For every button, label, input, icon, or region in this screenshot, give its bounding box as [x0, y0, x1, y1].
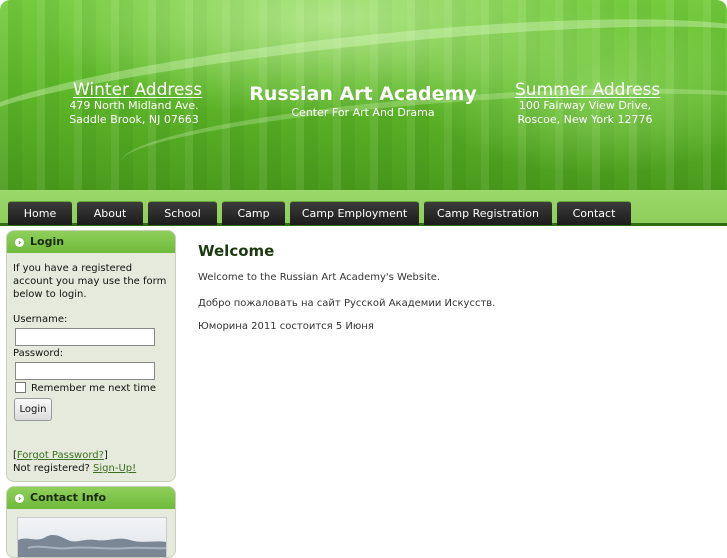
summer-address-line-1: 100 Fairway View Drive, — [518, 99, 652, 112]
winter-address-line-1: 479 North Midland Ave. — [69, 99, 199, 112]
login-intro: If you have a registered account you may… — [13, 263, 167, 300]
signup-row: Not registered? Sign-Up! — [13, 462, 136, 475]
login-box: › Login If you have a registered account… — [6, 230, 176, 482]
remember-me-checkbox[interactable] — [15, 382, 26, 393]
map-icon — [18, 534, 167, 557]
signup-link[interactable]: Sign-Up! — [93, 463, 136, 474]
bullet-arrow-icon: › — [15, 493, 24, 503]
nav-tab-home[interactable]: Home — [8, 201, 72, 225]
username-input[interactable] — [15, 328, 155, 346]
login-title: Login — [30, 235, 65, 248]
contact-title: Contact Info — [30, 491, 107, 504]
welcome-heading: Welcome — [198, 242, 275, 260]
forgot-close-bracket: ] — [103, 450, 108, 461]
not-registered-text: Not registered? — [13, 463, 90, 474]
nav-tab-about[interactable]: About — [77, 201, 143, 225]
forgot-password-row: [Forgot Password?] — [13, 449, 108, 462]
winter-address-heading: Winter Address — [73, 80, 203, 100]
event-paragraph-ru: Юморина 2011 состоится 5 Июня — [198, 321, 374, 332]
bullet-arrow-icon: › — [15, 237, 24, 247]
map-image[interactable] — [17, 517, 167, 557]
nav-tab-contact[interactable]: Contact — [557, 201, 631, 225]
contact-box: › Contact Info — [6, 486, 176, 558]
contact-header: › Contact Info — [7, 487, 175, 509]
nav-tab-camp-registration[interactable]: Camp Registration — [424, 201, 552, 225]
login-header: › Login — [7, 231, 175, 253]
nav-tab-camp[interactable]: Camp — [222, 201, 285, 225]
welcome-paragraph-ru: Добро пожаловать на сайт Русской Академи… — [198, 298, 496, 309]
summer-address-heading: Summer Address — [515, 80, 661, 100]
login-button[interactable]: Login — [14, 398, 52, 421]
site-subtitle: Center For Art And Drama — [291, 106, 435, 119]
winter-address-line-2: Saddle Brook, NJ 07663 — [69, 113, 199, 126]
nav-tab-school[interactable]: School — [148, 201, 217, 225]
summer-address-line-2: Roscoe, New York 12776 — [517, 113, 653, 126]
username-label: Username: — [13, 314, 68, 325]
nav-tab-camp-employment[interactable]: Camp Employment — [290, 201, 419, 225]
welcome-paragraph-en: Welcome to the Russian Art Academy's Web… — [198, 272, 441, 283]
password-label: Password: — [13, 348, 64, 359]
site-title[interactable]: Russian Art Academy — [238, 82, 488, 106]
password-input[interactable] — [15, 362, 155, 380]
forgot-password-link[interactable]: Forgot Password? — [17, 450, 104, 461]
remember-me-label: Remember me next time — [31, 383, 157, 394]
